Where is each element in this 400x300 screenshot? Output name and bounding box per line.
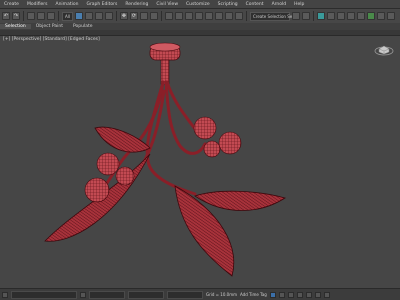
main-toolbar: ↶ ↷ All ✥ ⟳ Create Selection Set	[0, 9, 400, 23]
move-icon[interactable]: ✥	[119, 12, 128, 20]
menu-help[interactable]: Help	[290, 2, 308, 7]
toolbar-divider	[58, 11, 59, 21]
menu-modifiers[interactable]: Modifiers	[23, 2, 52, 7]
layer-explorer-icon[interactable]	[326, 12, 335, 20]
grid-size-text: Grid = 10.0mm	[206, 292, 237, 297]
spinner-snap-icon[interactable]	[234, 12, 243, 20]
schematic-view-icon[interactable]	[346, 12, 355, 20]
menu-bar: Create Modifiers Animation Graph Editors…	[0, 0, 400, 9]
toolbar-divider	[245, 11, 247, 21]
undo-icon[interactable]: ↶	[2, 12, 10, 20]
coord-y-field[interactable]	[128, 290, 164, 299]
curve-editor-icon[interactable]	[336, 12, 345, 20]
menu-customize[interactable]: Customize	[182, 2, 214, 7]
bind-space-warp-icon[interactable]	[47, 12, 55, 20]
window-crossing-icon[interactable]	[104, 12, 113, 20]
rotate-icon[interactable]: ⟳	[129, 12, 138, 20]
maximize-viewport-icon[interactable]	[323, 291, 330, 298]
rectangular-selection-icon[interactable]	[94, 12, 103, 20]
named-selection-sets-dropdown[interactable]: Create Selection Set	[249, 11, 294, 21]
coord-x-field[interactable]	[89, 290, 125, 299]
chandelier-leaves[interactable]	[44, 126, 286, 277]
tab-populate[interactable]: Populate	[68, 24, 98, 29]
select-manipulate-icon[interactable]	[184, 12, 193, 20]
maxscript-listener-icon[interactable]	[2, 291, 8, 298]
place-icon[interactable]	[149, 12, 158, 20]
material-editor-icon[interactable]	[356, 12, 365, 20]
selection-filter-dropdown[interactable]: All	[62, 11, 73, 21]
toolbar-divider	[23, 11, 24, 21]
render-setup-icon[interactable]	[366, 12, 375, 20]
maxscript-field[interactable]	[11, 290, 77, 299]
add-time-tag-text[interactable]: Add Time Tag	[240, 292, 267, 297]
reference-coordinate-icon[interactable]	[164, 12, 173, 20]
rendered-frame-window-icon[interactable]	[376, 12, 385, 20]
coord-z-field[interactable]	[167, 290, 203, 299]
unlink-icon[interactable]	[37, 12, 45, 20]
keyboard-shortcut-icon[interactable]	[194, 12, 203, 20]
link-icon[interactable]	[27, 12, 35, 20]
pivot-center-icon[interactable]	[174, 12, 183, 20]
lock-selection-icon[interactable]	[80, 291, 86, 298]
tab-selection[interactable]: Selection	[0, 24, 31, 29]
next-frame-icon[interactable]	[287, 291, 294, 298]
render-production-icon[interactable]	[386, 12, 395, 20]
snaps-toggle-icon[interactable]	[204, 12, 213, 20]
pan-icon[interactable]	[305, 291, 312, 298]
select-object-icon[interactable]	[74, 12, 83, 20]
perspective-viewport[interactable]: [+] [Perspective] [Standard] [Edged Face…	[0, 36, 400, 288]
toolbar-divider	[115, 11, 117, 21]
status-bar: Grid = 10.0mm Add Time Tag	[0, 288, 400, 300]
chandelier-model[interactable]	[0, 36, 400, 288]
menu-create[interactable]: Create	[0, 2, 23, 7]
menu-content[interactable]: Content	[242, 2, 268, 7]
menu-rendering[interactable]: Rendering	[121, 2, 152, 7]
zoom-icon[interactable]	[296, 291, 303, 298]
tab-object-paint[interactable]: Object Paint	[31, 24, 68, 29]
align-icon[interactable]	[301, 12, 310, 20]
angle-snap-icon[interactable]	[214, 12, 223, 20]
menu-graph-editors[interactable]: Graph Editors	[82, 2, 121, 7]
menu-scripting[interactable]: Scripting	[214, 2, 242, 7]
menu-animation[interactable]: Animation	[52, 2, 83, 7]
mirror-icon[interactable]	[291, 12, 300, 20]
ceiling-canopy[interactable]	[149, 42, 181, 85]
scale-icon[interactable]	[139, 12, 148, 20]
play-icon[interactable]	[278, 291, 285, 298]
menu-arnold[interactable]: Arnold	[268, 2, 291, 7]
orbit-icon[interactable]	[314, 291, 321, 298]
percent-snap-icon[interactable]	[224, 12, 233, 20]
toolbar-divider	[160, 11, 162, 21]
toolbar-divider	[312, 11, 314, 21]
scene-explorer-icon[interactable]	[316, 12, 325, 20]
menu-civil-view[interactable]: Civil View	[152, 2, 182, 7]
redo-icon[interactable]: ↷	[12, 12, 20, 20]
auto-key-icon[interactable]	[269, 291, 276, 298]
select-by-name-icon[interactable]	[84, 12, 93, 20]
